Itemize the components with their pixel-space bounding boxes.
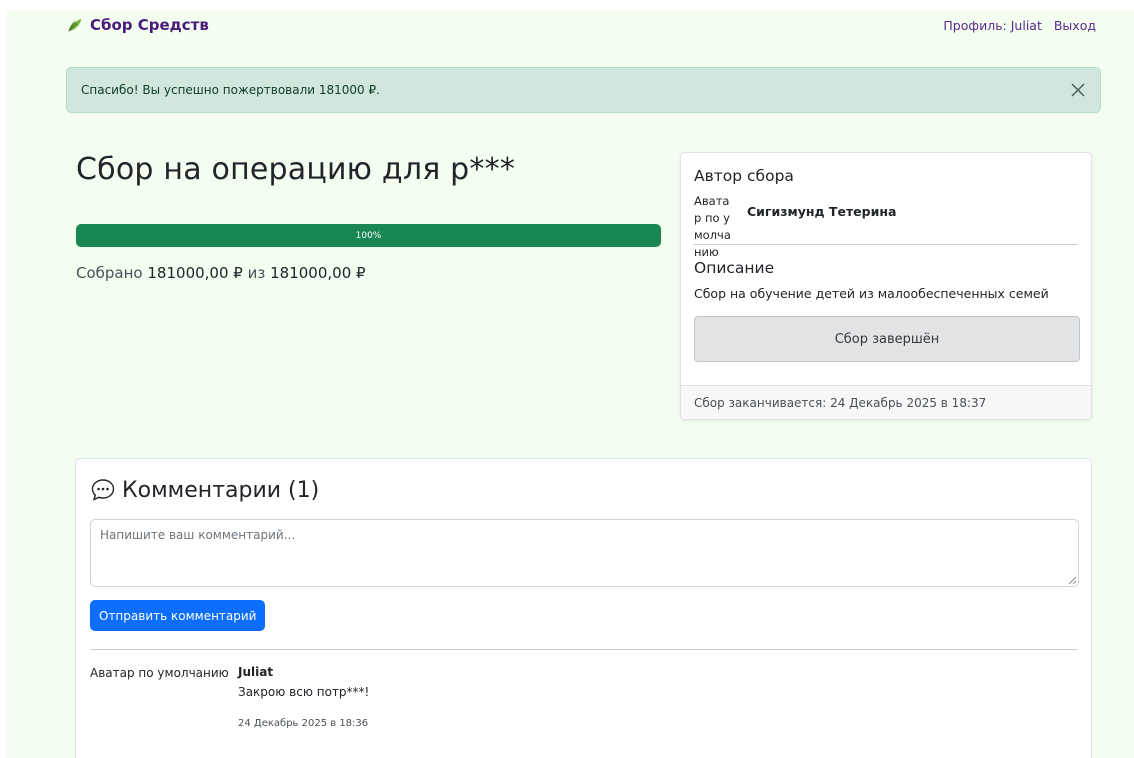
comments-divider <box>90 649 1078 650</box>
comments-title: Комментарии (1) <box>122 477 320 503</box>
comment-input[interactable] <box>90 519 1079 587</box>
author-card: Автор сбора Аватар по умолчанию Сигизмун… <box>680 152 1092 420</box>
collected-amount: 181000,00 ₽ <box>147 264 243 282</box>
collected-summary: Собрано 181000,00 ₽ из 181000,00 ₽ <box>76 264 366 282</box>
close-alert-button[interactable] <box>1066 78 1090 102</box>
campaign-finished-button[interactable]: Сбор завершён <box>694 316 1080 362</box>
card-divider <box>694 244 1078 245</box>
alert-message: Спасибо! Вы успешно пожертвовали 181000 … <box>81 83 380 97</box>
comments-section: Комментарии (1) Отправить комментарий Ав… <box>75 458 1092 758</box>
description-text: Сбор на обучение детей из малообеспеченн… <box>694 286 1049 301</box>
collected-separator: из <box>247 264 266 282</box>
progress-label: 100% <box>355 230 382 241</box>
logout-link[interactable]: Выход <box>1054 18 1096 33</box>
resize-handle-icon[interactable] <box>1067 575 1077 585</box>
brand-logo[interactable]: Сбор Средств <box>66 16 209 34</box>
close-icon <box>1071 83 1085 97</box>
collected-prefix: Собрано <box>76 264 143 282</box>
campaign-title: Сбор на операцию для р*** <box>76 152 516 187</box>
comment-date: 24 Декабрь 2025 в 18:36 <box>238 718 369 729</box>
comment-author: Juliat <box>238 665 274 679</box>
success-alert: Спасибо! Вы успешно пожертвовали 181000 … <box>66 67 1101 113</box>
comment-avatar: Аватар по умолчанию <box>90 666 229 680</box>
goal-amount: 181000,00 ₽ <box>270 264 366 282</box>
progress-bar: 100% <box>76 224 661 247</box>
description-heading: Описание <box>694 259 775 277</box>
nav-links: Профиль: Juliat Выход <box>943 18 1096 33</box>
chat-bubble-icon <box>91 479 115 501</box>
leaf-icon <box>68 18 82 32</box>
submit-comment-button[interactable]: Отправить комментарий <box>90 600 266 631</box>
comment-text: Закрою всю потр***! <box>238 685 370 699</box>
comments-heading: Комментарии (1) <box>90 477 319 503</box>
author-heading: Автор сбора <box>694 167 794 185</box>
profile-link[interactable]: Профиль: Juliat <box>943 18 1041 33</box>
brand-name: Сбор Средств <box>90 16 209 34</box>
card-footer: Сбор заканчивается: 24 Декабрь 2025 в 18… <box>681 385 1091 419</box>
author-name[interactable]: Сигизмунд Тетерина <box>747 204 896 219</box>
progress-fill: 100% <box>76 224 661 247</box>
author-avatar: Аватар по умолчанию <box>694 194 731 259</box>
